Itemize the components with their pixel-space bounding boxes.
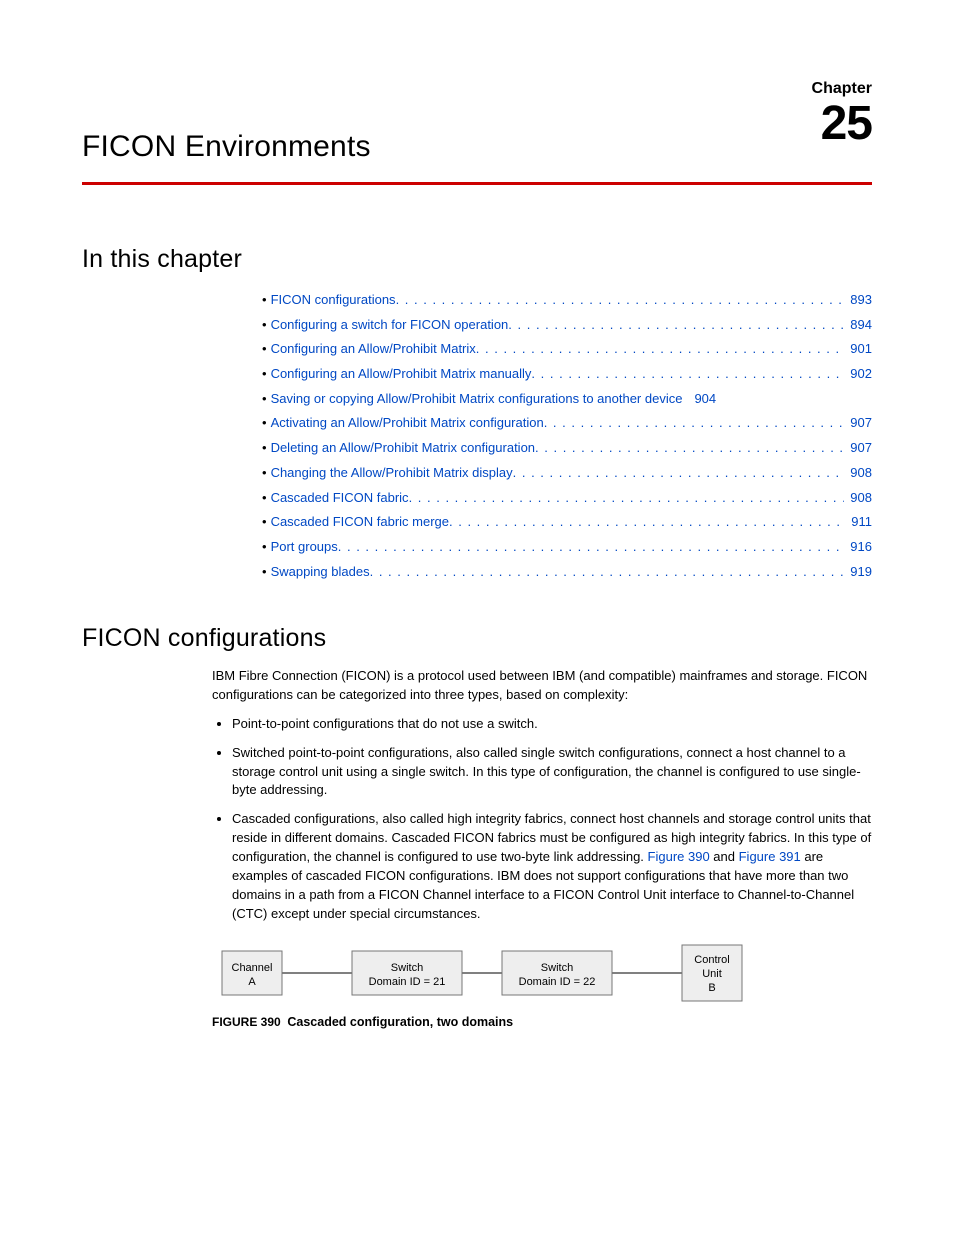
toc-link[interactable]: Activating an Allow/Prohibit Matrix conf… [271, 411, 544, 436]
leader-dots [396, 288, 845, 313]
diagram: Channel A Switch Domain ID = 21 Switch D… [212, 943, 772, 1003]
toc-page[interactable]: 911 [845, 510, 872, 535]
toc-link[interactable]: Port groups [271, 535, 338, 560]
svg-text:B: B [708, 982, 715, 994]
leader-dots [531, 362, 844, 387]
figure-390: Channel A Switch Domain ID = 21 Switch D… [212, 943, 872, 1031]
toc-item[interactable]: •Configuring a switch for FICON operatio… [262, 313, 872, 338]
toc-link[interactable]: FICON configurations [271, 288, 396, 313]
toc-item[interactable]: •Configuring an Allow/Prohibit Matrix 901 [262, 337, 872, 362]
leader-dots [544, 411, 845, 436]
figure-ref-390[interactable]: Figure 390 [648, 849, 710, 864]
toc-link[interactable]: Saving or copying Allow/Prohibit Matrix … [271, 387, 683, 412]
bullet-icon: • [262, 436, 267, 461]
leader-dots [508, 313, 844, 338]
list-item: Point-to-point configurations that do no… [232, 715, 872, 734]
toc-page[interactable]: 919 [844, 560, 872, 585]
svg-text:Channel: Channel [232, 962, 273, 974]
leader-dots [409, 486, 845, 511]
figure-label: FIGURE 390 [212, 1015, 281, 1029]
bullet-icon: • [262, 461, 267, 486]
toc-link[interactable]: Swapping blades [271, 560, 370, 585]
list-item: Cascaded configurations, also called hig… [232, 810, 872, 923]
toc-item[interactable]: •Changing the Allow/Prohibit Matrix disp… [262, 461, 872, 486]
leader-dots [449, 510, 845, 535]
toc-page[interactable]: 916 [844, 535, 872, 560]
bullet-icon: • [262, 411, 267, 436]
figure-caption: FIGURE 390 Cascaded configuration, two d… [212, 1013, 872, 1031]
bullet-icon: • [262, 560, 267, 585]
figure-title: Cascaded configuration, two domains [287, 1015, 513, 1029]
leader-dots [476, 337, 845, 362]
leader-dots [535, 436, 844, 461]
chapter-title: FICON Environments [82, 80, 872, 174]
config-type-list: Point-to-point configurations that do no… [212, 715, 872, 923]
toc-item[interactable]: •Configuring an Allow/Prohibit Matrix ma… [262, 362, 872, 387]
toc-page[interactable]: 893 [844, 288, 872, 313]
chapter-number: 25 [812, 100, 872, 148]
svg-text:Switch: Switch [391, 962, 423, 974]
figure-ref-391[interactable]: Figure 391 [739, 849, 801, 864]
bullet-icon: • [262, 288, 267, 313]
svg-text:Control: Control [694, 954, 729, 966]
bullet-icon: • [262, 535, 267, 560]
text: and [710, 849, 739, 864]
toc-item[interactable]: •Cascaded FICON fabric merge 911 [262, 510, 872, 535]
svg-text:Domain ID = 22: Domain ID = 22 [519, 976, 596, 988]
toc-link[interactable]: Cascaded FICON fabric merge [271, 510, 449, 535]
chapter-label: Chapter [812, 80, 872, 98]
toc-page[interactable]: 901 [844, 337, 872, 362]
toc-item[interactable]: •Swapping blades 919 [262, 560, 872, 585]
bullet-icon: • [262, 486, 267, 511]
page: Chapter 25 FICON Environments In this ch… [0, 0, 954, 1106]
list-item: Switched point-to-point configurations, … [232, 744, 872, 801]
chapter-header: Chapter 25 FICON Environments [82, 80, 872, 174]
toc-item[interactable]: •Activating an Allow/Prohibit Matrix con… [262, 411, 872, 436]
toc-link[interactable]: Changing the Allow/Prohibit Matrix displ… [271, 461, 513, 486]
toc-link[interactable]: Configuring a switch for FICON operation [271, 313, 509, 338]
svg-text:Domain ID = 21: Domain ID = 21 [369, 976, 446, 988]
toc-link[interactable]: Configuring an Allow/Prohibit Matrix man… [271, 362, 532, 387]
toc-item[interactable]: •Port groups 916 [262, 535, 872, 560]
svg-text:Switch: Switch [541, 962, 573, 974]
svg-text:Unit: Unit [702, 968, 722, 980]
bullet-icon: • [262, 313, 267, 338]
bullet-icon: • [262, 362, 267, 387]
toc-page[interactable]: 908 [844, 461, 872, 486]
leader-dots [338, 535, 845, 560]
toc-page[interactable]: 908 [844, 486, 872, 511]
toc-item[interactable]: •FICON configurations 893 [262, 288, 872, 313]
toc-item[interactable]: •Deleting an Allow/Prohibit Matrix confi… [262, 436, 872, 461]
toc-page[interactable]: 907 [844, 411, 872, 436]
toc-page[interactable]: 907 [844, 436, 872, 461]
toc-link[interactable]: Cascaded FICON fabric [271, 486, 409, 511]
svg-text:A: A [248, 976, 256, 988]
toc-link[interactable]: Deleting an Allow/Prohibit Matrix config… [271, 436, 535, 461]
leader-dots [513, 461, 845, 486]
toc-page[interactable]: 904 [688, 387, 716, 412]
toc-page[interactable]: 902 [844, 362, 872, 387]
body: IBM Fibre Connection (FICON) is a protoc… [82, 667, 872, 1032]
bullet-icon: • [262, 337, 267, 362]
toc-item[interactable]: •Saving or copying Allow/Prohibit Matrix… [262, 387, 872, 412]
toc-page[interactable]: 894 [844, 313, 872, 338]
section-heading-ficon-configurations: FICON configurations [82, 624, 872, 653]
bullet-icon: • [262, 510, 267, 535]
intro-paragraph: IBM Fibre Connection (FICON) is a protoc… [212, 667, 872, 705]
toc-heading: In this chapter [82, 245, 872, 274]
bullet-icon: • [262, 387, 267, 412]
toc-link[interactable]: Configuring an Allow/Prohibit Matrix [271, 337, 476, 362]
toc: •FICON configurations893•Configuring a s… [82, 288, 872, 584]
toc-item[interactable]: •Cascaded FICON fabric 908 [262, 486, 872, 511]
leader-dots [370, 560, 845, 585]
title-rule [82, 182, 872, 185]
